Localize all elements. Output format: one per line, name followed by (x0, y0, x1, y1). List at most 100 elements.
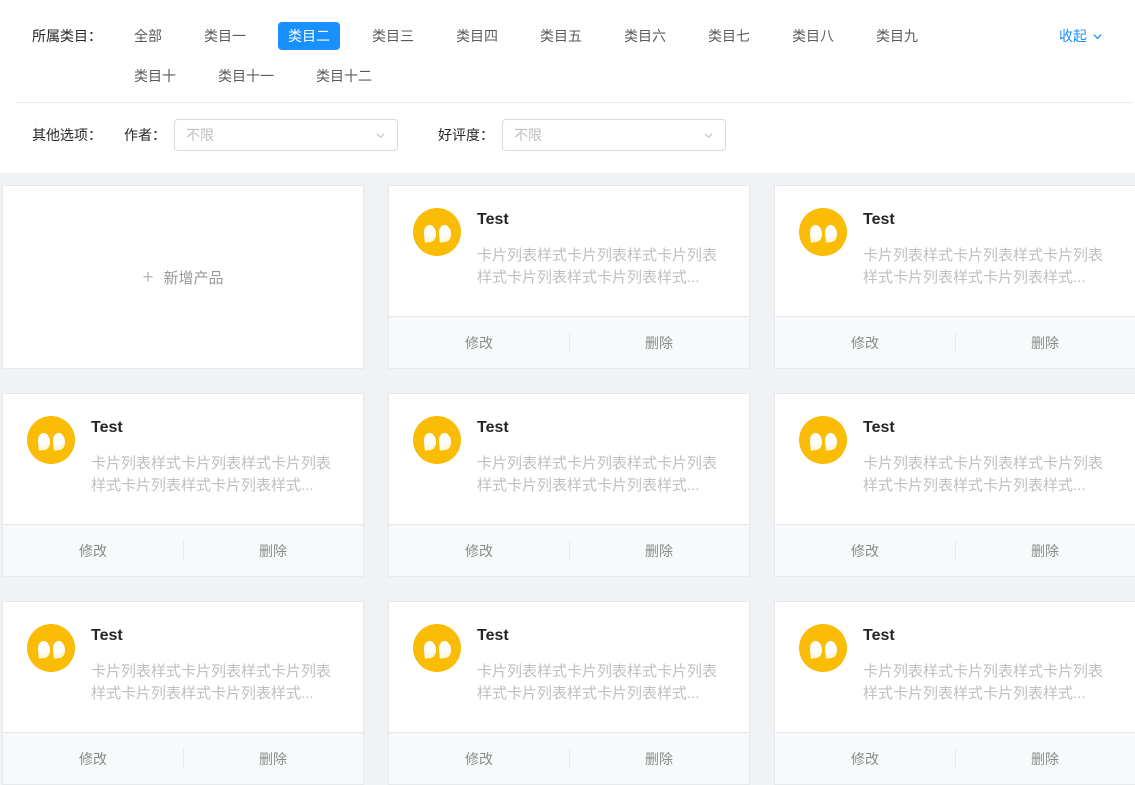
card-meta: Test 卡片列表样式卡片列表样式卡片列表样式卡片列表样式卡片列表样式... (91, 416, 339, 524)
card-body: Test 卡片列表样式卡片列表样式卡片列表样式卡片列表样式卡片列表样式... (389, 602, 749, 732)
card-actions: 修改 删除 (3, 524, 363, 576)
card-description: 卡片列表样式卡片列表样式卡片列表样式卡片列表样式卡片列表样式... (863, 247, 1104, 286)
delete-button[interactable]: 删除 (569, 733, 749, 784)
card-title: Test (863, 211, 895, 228)
category-tags: 全部 类目一 类目二 类目三 类目四 类目五 类目六 类目七 类目八 类目九类目十 类目十一 类目十二 (124, 22, 1103, 102)
quote-avatar-icon (799, 624, 847, 672)
delete-button[interactable]: 删除 (955, 733, 1135, 784)
card-body: Test 卡片列表样式卡片列表样式卡片列表样式卡片列表样式卡片列表样式... (775, 394, 1135, 524)
quote-comma-shape (422, 223, 437, 243)
product-card: Test 卡片列表样式卡片列表样式卡片列表样式卡片列表样式卡片列表样式... 修… (774, 393, 1135, 577)
modify-button[interactable]: 修改 (389, 733, 569, 784)
page: 所属类目： 全部 类目一 类目二 类目三 类目四 类目五 类目六 类目七 类目八 类目九 类目十 类目… (0, 0, 1135, 785)
modify-button[interactable]: 修改 (3, 733, 183, 784)
rating-select-value: 不限 (514, 127, 542, 143)
category-tag[interactable]: 类目十二 (306, 62, 382, 90)
quote-avatar-icon (799, 416, 847, 464)
delete-button[interactable]: 删除 (955, 525, 1135, 576)
quote-comma-shape (422, 639, 437, 659)
category-tag[interactable]: 类目九 (866, 22, 928, 50)
modify-button[interactable]: 修改 (389, 525, 569, 576)
quote-comma-shape (36, 431, 51, 451)
rating-filter-group: 好评度： 不限 (438, 119, 726, 151)
category-filter-row: 所属类目： 全部 类目一 类目二 类目三 类目四 类目五 类目六 类目七 类目八 类目九 类目十 类目… (32, 22, 1103, 102)
category-tag[interactable]: 类目七 (698, 22, 760, 50)
card-body: Test 卡片列表样式卡片列表样式卡片列表样式卡片列表样式卡片列表样式... (775, 602, 1135, 732)
card-actions: 修改 删除 (775, 316, 1135, 368)
card-body: Test 卡片列表样式卡片列表样式卡片列表样式卡片列表样式卡片列表样式... (389, 186, 749, 316)
category-tag[interactable]: 类目十 (124, 62, 186, 90)
quote-comma-shape (808, 223, 823, 243)
product-card: Test 卡片列表样式卡片列表样式卡片列表样式卡片列表样式卡片列表样式... 修… (774, 601, 1135, 785)
quote-avatar-icon (27, 416, 75, 464)
card-meta: Test 卡片列表样式卡片列表样式卡片列表样式卡片列表样式卡片列表样式... (863, 416, 1111, 524)
modify-button[interactable]: 修改 (3, 525, 183, 576)
collapse-button[interactable]: 收起 (1059, 26, 1103, 46)
card-actions: 修改 删除 (389, 524, 749, 576)
modify-button[interactable]: 修改 (775, 525, 955, 576)
quote-comma-shape (808, 431, 823, 451)
collapse-label: 收起 (1059, 28, 1087, 44)
card-meta: Test 卡片列表样式卡片列表样式卡片列表样式卡片列表样式卡片列表样式... (477, 624, 725, 732)
category-tag[interactable]: 类目二 (278, 22, 340, 50)
chevron-down-icon (376, 132, 385, 138)
card-description: 卡片列表样式卡片列表样式卡片列表样式卡片列表样式卡片列表样式... (477, 663, 718, 702)
quote-avatar-icon (413, 624, 461, 672)
card-actions: 修改 删除 (3, 732, 363, 784)
card-body: Test 卡片列表样式卡片列表样式卡片列表样式卡片列表样式卡片列表样式... (775, 186, 1135, 316)
category-tag[interactable]: 类目十一 (208, 62, 284, 90)
card-meta: Test 卡片列表样式卡片列表样式卡片列表样式卡片列表样式卡片列表样式... (863, 624, 1111, 732)
quote-comma-shape (437, 639, 452, 659)
card-description: 卡片列表样式卡片列表样式卡片列表样式卡片列表样式卡片列表样式... (863, 663, 1104, 702)
modify-button[interactable]: 修改 (775, 317, 955, 368)
quote-comma-shape (422, 431, 437, 451)
quote-comma-shape (51, 431, 66, 451)
category-tag[interactable]: 全部 (124, 22, 172, 50)
chevron-down-icon (704, 132, 713, 138)
card-actions: 修改 删除 (389, 316, 749, 368)
delete-button[interactable]: 删除 (955, 317, 1135, 368)
card-actions: 修改 删除 (775, 732, 1135, 784)
modify-button[interactable]: 修改 (775, 733, 955, 784)
card-title: Test (863, 419, 895, 436)
quote-comma-shape (808, 639, 823, 659)
card-title: Test (91, 419, 123, 436)
add-product-card[interactable]: + 新增产品 (2, 185, 364, 369)
category-tag[interactable]: 类目六 (614, 22, 676, 50)
quote-avatar-icon (413, 416, 461, 464)
product-card: Test 卡片列表样式卡片列表样式卡片列表样式卡片列表样式卡片列表样式... 修… (388, 185, 750, 369)
delete-button[interactable]: 删除 (569, 317, 749, 368)
card-body: Test 卡片列表样式卡片列表样式卡片列表样式卡片列表样式卡片列表样式... (3, 602, 363, 732)
card-actions: 修改 删除 (389, 732, 749, 784)
card-actions: 修改 删除 (775, 524, 1135, 576)
card-title: Test (863, 627, 895, 644)
delete-button[interactable]: 删除 (569, 525, 749, 576)
quote-comma-shape (437, 431, 452, 451)
modify-button[interactable]: 修改 (389, 317, 569, 368)
quote-comma-shape (823, 639, 838, 659)
quote-avatar-icon (799, 208, 847, 256)
card-title: Test (477, 627, 509, 644)
card-description: 卡片列表样式卡片列表样式卡片列表样式卡片列表样式卡片列表样式... (91, 455, 332, 494)
quote-comma-shape (823, 223, 838, 243)
delete-button[interactable]: 删除 (183, 525, 363, 576)
rating-select[interactable]: 不限 (502, 119, 726, 151)
delete-button[interactable]: 删除 (183, 733, 363, 784)
card-description: 卡片列表样式卡片列表样式卡片列表样式卡片列表样式卡片列表样式... (477, 247, 718, 286)
author-select[interactable]: 不限 (174, 119, 398, 151)
category-filter-label: 所属类目： (32, 28, 102, 44)
card-body: Test 卡片列表样式卡片列表样式卡片列表样式卡片列表样式卡片列表样式... (389, 394, 749, 524)
card-title: Test (477, 419, 509, 436)
category-tag[interactable]: 类目一 (194, 22, 256, 50)
product-card: Test 卡片列表样式卡片列表样式卡片列表样式卡片列表样式卡片列表样式... 修… (2, 393, 364, 577)
category-tag[interactable]: 类目四 (446, 22, 508, 50)
other-filter-label: 其他选项： (32, 127, 102, 143)
category-tag[interactable]: 类目三 (362, 22, 424, 50)
card-description: 卡片列表样式卡片列表样式卡片列表样式卡片列表样式卡片列表样式... (91, 663, 332, 702)
card-grid: + 新增产品 Test 卡片列表样式卡片列表样式卡片列表样式卡片列表样式卡片列表… (0, 173, 1135, 785)
product-card: Test 卡片列表样式卡片列表样式卡片列表样式卡片列表样式卡片列表样式... 修… (2, 601, 364, 785)
category-tag[interactable]: 类目五 (530, 22, 592, 50)
card-meta: Test 卡片列表样式卡片列表样式卡片列表样式卡片列表样式卡片列表样式... (91, 624, 339, 732)
category-tag[interactable]: 类目八 (782, 22, 844, 50)
plus-icon: + (142, 266, 154, 288)
